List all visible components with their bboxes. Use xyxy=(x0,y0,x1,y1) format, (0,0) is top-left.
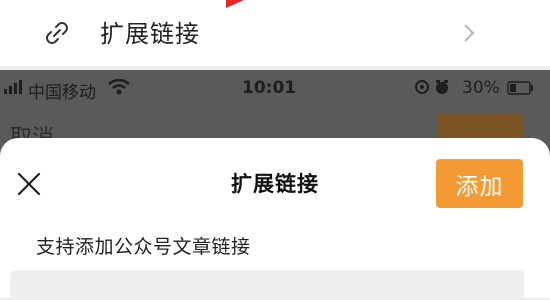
chevron-right-icon xyxy=(464,24,475,42)
red-marker-icon xyxy=(226,0,244,8)
carrier-label: 中国移动 xyxy=(28,83,96,103)
wifi-icon xyxy=(108,79,130,95)
add-button[interactable]: 添加 xyxy=(436,159,523,208)
extend-link-row[interactable]: 扩展链接 xyxy=(0,0,550,66)
status-time: 10:01 xyxy=(242,78,297,98)
status-bar: 中国移动 10:01 30% xyxy=(0,70,550,108)
battery-percent: 30% xyxy=(462,78,500,98)
battery-icon xyxy=(507,81,533,95)
hint-text: 支持添加公众号文章链接 xyxy=(36,236,251,258)
lock-alarm-icon xyxy=(415,80,448,94)
extend-link-label: 扩展链接 xyxy=(100,20,200,48)
signal-icon xyxy=(4,80,22,94)
link-input[interactable] xyxy=(10,270,524,300)
link-icon xyxy=(46,22,68,44)
